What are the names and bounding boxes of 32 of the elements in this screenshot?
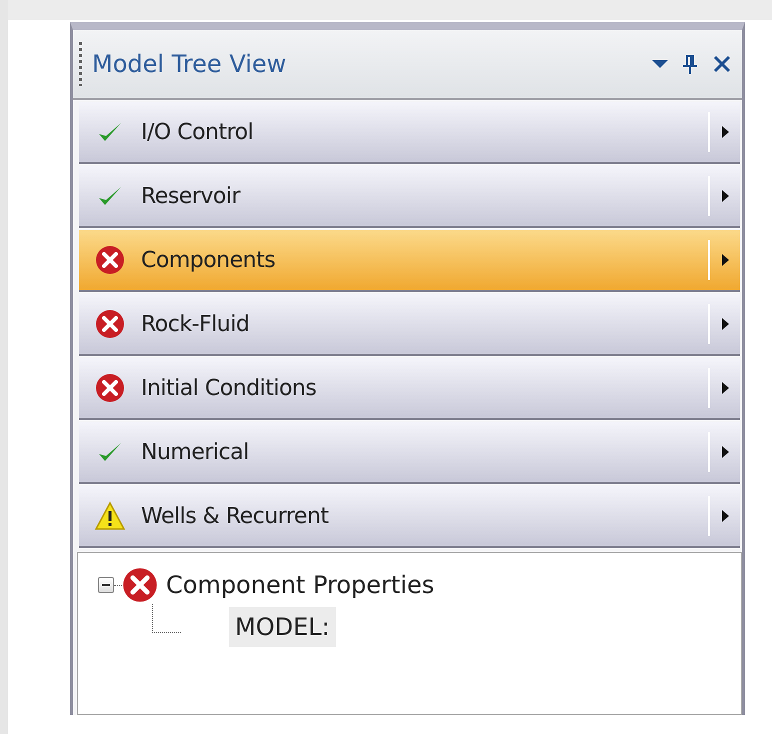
section-label: Initial Conditions bbox=[141, 376, 318, 400]
section-bar[interactable]: I/O Control bbox=[79, 102, 740, 164]
arrow-icon bbox=[722, 126, 728, 138]
section-bar[interactable]: Rock-Fluid bbox=[79, 294, 740, 356]
section-label: Components bbox=[141, 248, 276, 272]
section-bar[interactable]: Wells & Recurrent bbox=[79, 486, 740, 548]
error-icon bbox=[95, 245, 125, 275]
section-bar[interactable]: Numerical bbox=[79, 422, 740, 484]
section-label: Wells & Recurrent bbox=[141, 504, 330, 528]
arrow-icon bbox=[722, 254, 728, 266]
warning-icon bbox=[94, 501, 126, 531]
section-bar[interactable]: Initial Conditions bbox=[79, 358, 740, 420]
dropdown-button[interactable] bbox=[650, 57, 670, 71]
arrow-icon bbox=[722, 382, 728, 394]
section-label: I/O Control bbox=[141, 120, 254, 144]
arrow-icon bbox=[722, 318, 728, 330]
collapse-toggle[interactable] bbox=[98, 577, 114, 593]
arrow-icon bbox=[722, 446, 728, 458]
grip-icon[interactable] bbox=[79, 42, 82, 86]
arrow-icon bbox=[722, 190, 728, 202]
error-icon bbox=[95, 309, 125, 339]
section-label: Rock-Fluid bbox=[141, 312, 250, 336]
section-bar[interactable]: Components bbox=[79, 230, 740, 292]
arrow-icon bbox=[722, 510, 728, 522]
section-label: Numerical bbox=[141, 440, 250, 464]
error-icon bbox=[95, 373, 125, 403]
section-label: Reservoir bbox=[141, 184, 242, 208]
panel-title: Model Tree View bbox=[92, 50, 288, 78]
tree-node-label[interactable]: MODEL: bbox=[229, 607, 336, 647]
tree-node-label[interactable]: Component Properties bbox=[166, 571, 434, 599]
section-bar[interactable]: Reservoir bbox=[79, 166, 740, 228]
error-icon bbox=[122, 567, 158, 603]
